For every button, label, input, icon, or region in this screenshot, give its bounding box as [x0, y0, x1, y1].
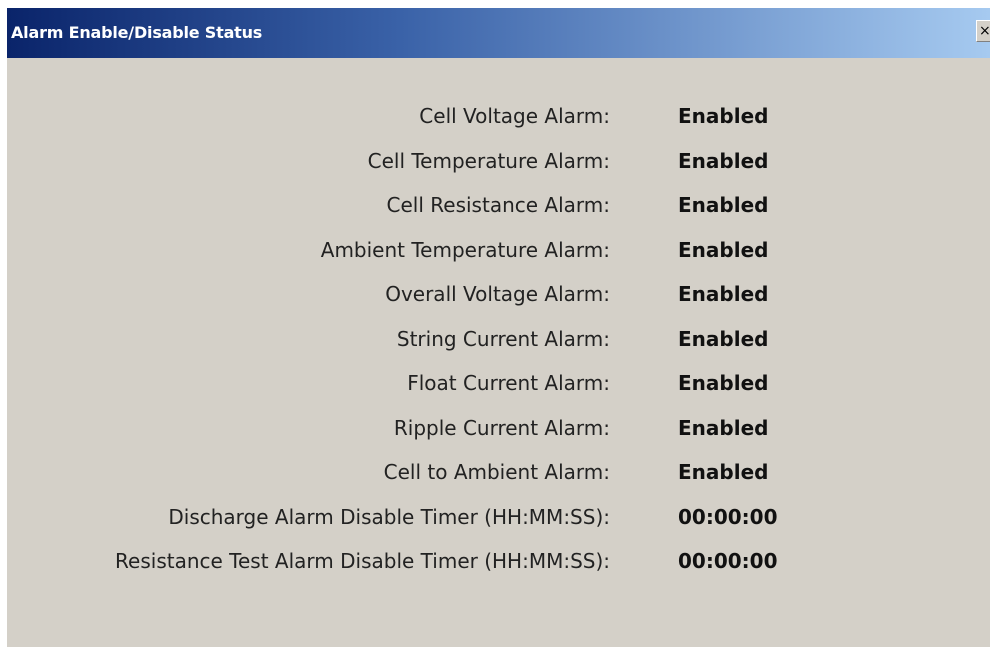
alarm-label: Discharge Alarm Disable Timer (HH:MM:SS)…	[168, 504, 610, 529]
alarm-label: Cell Resistance Alarm:	[386, 193, 610, 217]
alarm-label: Cell Voltage Alarm:	[419, 104, 610, 128]
alarm-row-overall-voltage: Overall Voltage Alarm: Enabled	[7, 282, 990, 327]
alarm-status-value: Enabled	[678, 326, 769, 351]
dialog-title: Alarm Enable/Disable Status	[11, 23, 263, 42]
timer-value: 00:00:00	[678, 504, 778, 529]
alarm-label: Cell Temperature Alarm:	[367, 148, 610, 173]
alarm-row-cell-resistance: Cell Resistance Alarm: Enabled	[7, 193, 990, 238]
alarm-status-dialog: Alarm Enable/Disable Status × Cell Volta…	[7, 8, 990, 647]
alarm-status-value: Enabled	[678, 282, 769, 306]
alarm-row-float-current: Float Current Alarm: Enabled	[7, 371, 990, 416]
alarm-row-resistance-test-disable-timer: Resistance Test Alarm Disable Timer (HH:…	[7, 549, 990, 594]
close-icon[interactable]: ×	[979, 21, 990, 41]
alarm-row-cell-to-ambient: Cell to Ambient Alarm: Enabled	[7, 460, 990, 505]
alarm-label: Resistance Test Alarm Disable Timer (HH:…	[115, 549, 610, 573]
alarm-row-string-current: String Current Alarm: Enabled	[7, 327, 990, 372]
alarm-status-value: Enabled	[678, 193, 769, 217]
alarm-label: Ambient Temperature Alarm:	[320, 237, 610, 262]
timer-value: 00:00:00	[678, 549, 778, 573]
alarm-status-value: Enabled	[678, 148, 769, 173]
alarm-label: String Current Alarm:	[396, 326, 610, 351]
dialog-titlebar[interactable]: Alarm Enable/Disable Status ×	[7, 8, 990, 58]
alarm-label: Overall Voltage Alarm:	[385, 282, 610, 306]
alarm-status-value: Enabled	[678, 415, 769, 440]
close-button[interactable]: ×	[976, 20, 990, 42]
alarm-status-value: Enabled	[678, 104, 769, 128]
alarm-row-ripple-current: Ripple Current Alarm: Enabled	[7, 416, 990, 461]
alarm-status-value: Enabled	[678, 237, 769, 262]
alarm-label: Cell to Ambient Alarm:	[383, 460, 610, 484]
alarm-row-ambient-temperature: Ambient Temperature Alarm: Enabled	[7, 238, 990, 283]
alarm-row-cell-temperature: Cell Temperature Alarm: Enabled	[7, 149, 990, 194]
alarm-row-discharge-disable-timer: Discharge Alarm Disable Timer (HH:MM:SS)…	[7, 505, 990, 550]
alarm-status-value: Enabled	[678, 371, 769, 395]
alarm-row-cell-voltage: Cell Voltage Alarm: Enabled	[7, 104, 990, 149]
alarm-label: Float Current Alarm:	[407, 371, 610, 395]
alarm-status-list: Cell Voltage Alarm: Enabled Cell Tempera…	[7, 104, 990, 594]
alarm-label: Ripple Current Alarm:	[393, 415, 610, 440]
alarm-status-value: Enabled	[678, 460, 769, 484]
